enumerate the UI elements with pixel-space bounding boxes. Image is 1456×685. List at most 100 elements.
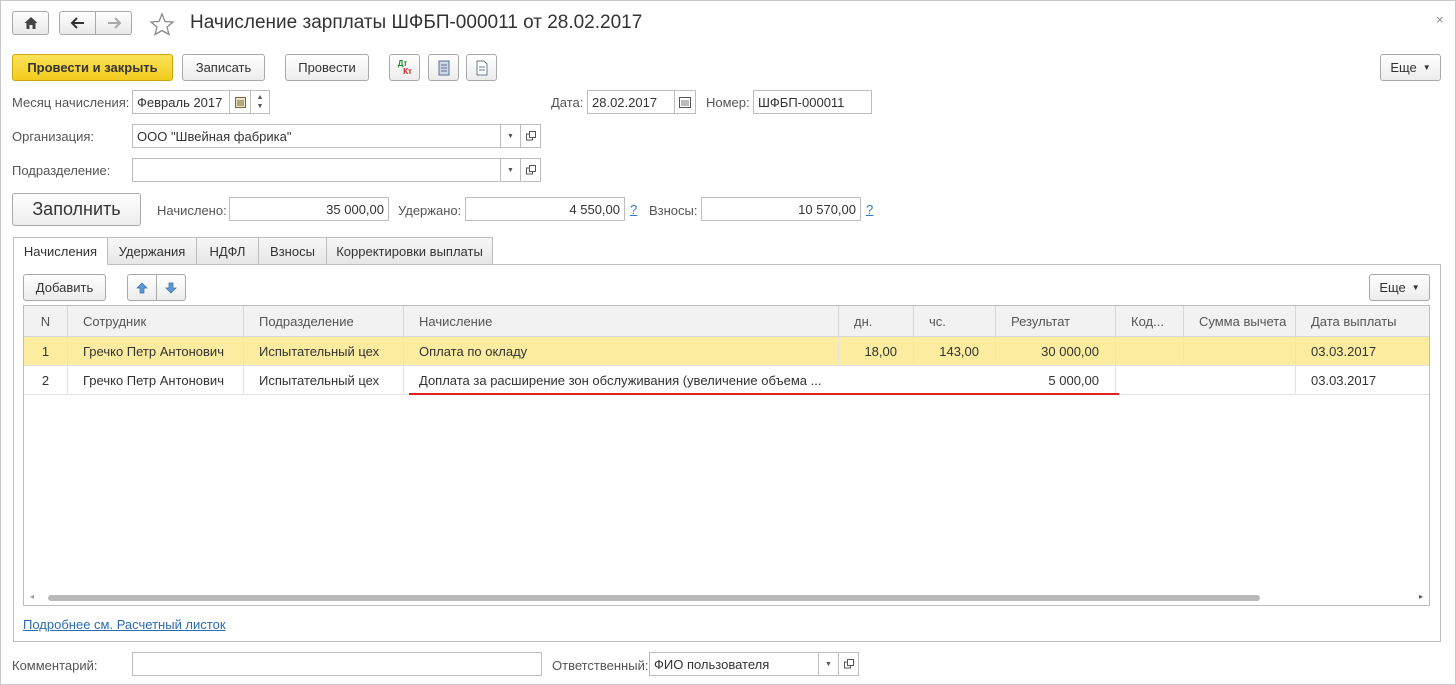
accruals-table[interactable]: N Сотрудник Подразделение Начисление дн.… [23,305,1430,606]
arrow-up-icon [136,282,148,293]
open-window-icon [525,131,536,141]
department-dropdown-button[interactable]: ▼ [500,158,521,182]
column-header-accrual[interactable]: Начисление [404,306,839,337]
print-document-button[interactable] [466,54,497,81]
hours-cell [914,366,996,395]
column-header-result[interactable]: Результат [996,306,1116,337]
column-header-pay-date[interactable]: Дата выплаты [1296,306,1429,337]
table-more-button[interactable]: Еще ▼ [1369,274,1430,301]
date-field[interactable]: 28.02.2017 [587,90,675,114]
calendar-button[interactable] [229,90,251,114]
tab-contributions[interactable]: Взносы [258,237,327,264]
tab-withholdings[interactable]: Удержания [107,237,197,264]
month-stepper[interactable]: ▲ ▼ [250,90,270,114]
chevron-down-icon: ▼ [1422,63,1431,72]
scroll-left-icon[interactable]: ◂ [30,592,34,601]
kt-label: Кт [403,66,412,76]
deduction-cell [1184,366,1296,395]
pay-date-cell: 03.03.2017 [1311,344,1377,359]
chevron-up-icon: ▲ [256,94,264,101]
withheld-label: Удержано: [398,203,462,218]
open-window-icon [843,659,854,669]
chevron-down-icon: ▼ [507,132,514,140]
number-field[interactable]: ШФБП-000011 [753,90,872,114]
table-header: N Сотрудник Подразделение Начисление дн.… [24,306,1429,337]
responsible-field[interactable]: ФИО пользователя [649,652,819,676]
organization-field[interactable]: ООО "Швейная фабрика" [132,124,501,148]
save-button[interactable]: Записать [182,54,265,81]
employee-cell: Гречко Петр Антонович [68,337,244,366]
responsible-dropdown-button[interactable]: ▼ [818,652,839,676]
column-header-deduction[interactable]: Сумма вычета [1184,306,1296,337]
chevron-down-icon: ▼ [825,660,832,668]
date-label: Дата: [551,95,584,110]
accrual-cell: Доплата за расширение зон обслуживания (… [419,373,822,388]
result-cell: 30 000,00 [996,337,1116,366]
department-label: Подразделение: [12,163,111,178]
dt-kt-report-button[interactable]: Дт Кт [389,54,420,81]
scrollbar-thumb[interactable] [48,595,1260,601]
move-up-button[interactable] [127,274,157,301]
column-header-hours[interactable]: чс. [914,306,996,337]
column-header-code[interactable]: Код... [1116,306,1184,337]
column-header-employee[interactable]: Сотрудник [68,306,244,337]
table-row[interactable]: 1 Гречко Петр Антонович Испытательный це… [24,337,1429,366]
responsible-open-button[interactable] [838,652,859,676]
more-button[interactable]: Еще ▼ [1380,54,1441,81]
month-field[interactable]: Февраль 2017 [132,90,230,114]
pay-date-cell: 03.03.2017 [1311,373,1377,388]
back-button[interactable] [59,11,96,35]
horizontal-scrollbar[interactable]: ◂ ▸ [24,591,1429,605]
forward-button[interactable] [95,11,132,35]
more-label: Еще [1379,280,1406,295]
tab-ndfl[interactable]: НДФЛ [196,237,259,264]
payslip-link[interactable]: Подробнее см. Расчетный листок [23,617,226,632]
column-header-department[interactable]: Подразделение [244,306,404,337]
column-header-n[interactable]: N [24,306,68,337]
chevron-down-icon: ▼ [1411,283,1420,292]
favorite-star-icon[interactable] [149,12,175,36]
tab-payment-corrections[interactable]: Корректировки выплаты [326,237,493,264]
add-row-button[interactable]: Добавить [23,274,106,301]
department-open-button[interactable] [520,158,541,182]
organization-label: Организация: [12,129,95,144]
fill-button[interactable]: Заполнить [12,193,141,226]
home-button[interactable] [12,11,49,35]
employee-cell: Гречко Петр Антонович [68,366,244,395]
post-button[interactable]: Провести [285,54,369,81]
deduction-cell [1184,337,1296,366]
tab-accruals[interactable]: Начисления [13,237,108,265]
post-and-close-button[interactable]: Провести и закрыть [12,54,173,81]
document-icon [476,60,487,75]
department-field[interactable] [132,158,501,182]
column-header-days[interactable]: дн. [839,306,914,337]
organization-dropdown-button[interactable]: ▼ [500,124,521,148]
home-icon [24,17,37,29]
row-number: 2 [24,366,68,395]
result-cell: 5 000,00 [996,366,1116,395]
journal-button[interactable] [428,54,459,81]
withheld-help-icon[interactable]: ? [630,202,637,217]
contributions-help-icon[interactable]: ? [866,202,873,217]
responsible-label: Ответственный: [552,658,649,673]
organization-open-button[interactable] [520,124,541,148]
close-icon[interactable]: × [1436,12,1444,27]
date-calendar-button[interactable] [674,90,696,114]
scroll-right-icon[interactable]: ▸ [1419,592,1423,601]
arrow-down-icon [165,282,177,293]
days-cell: 18,00 [839,337,914,366]
accrued-label: Начислено: [157,203,227,218]
arrow-right-icon [107,17,121,29]
more-label: Еще [1390,60,1417,75]
comment-field[interactable] [132,652,542,676]
move-down-button[interactable] [156,274,186,301]
contributions-total-field: 10 570,00 [701,197,861,221]
accrued-total-field: 35 000,00 [229,197,389,221]
calendar-icon [234,96,246,108]
arrow-left-icon [70,17,84,29]
hours-cell: 143,00 [914,337,996,366]
annotation-underline [409,393,1119,395]
table-row[interactable]: 2 Гречко Петр Антонович Испытательный це… [24,366,1429,395]
number-label: Номер: [706,95,750,110]
withheld-total-field: 4 550,00 [465,197,625,221]
